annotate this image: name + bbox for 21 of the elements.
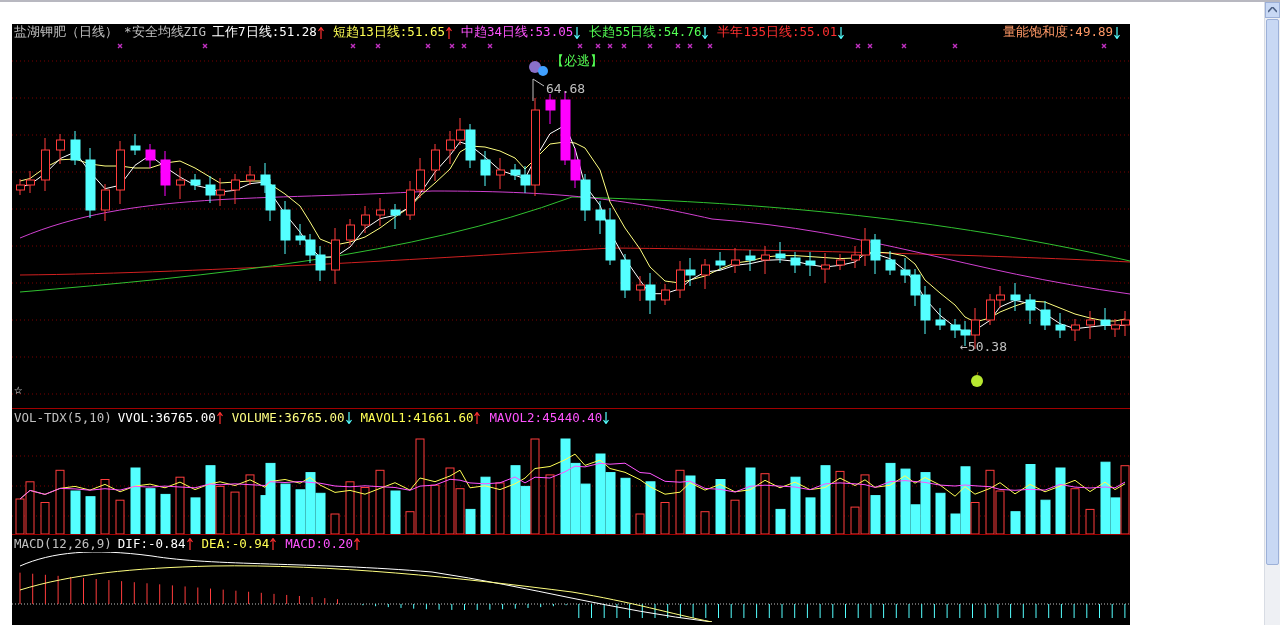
legend-value: DIF:-0.84 (117, 536, 186, 551)
low-label: ←50.38 (960, 339, 1007, 354)
star-icon: ☆ (14, 381, 23, 397)
indicator-name: *安全均线ZIG (124, 24, 207, 41)
indicator-name: MACD(12,26,9) (14, 536, 112, 551)
legend-value: MAVOL2:45440.40 (489, 410, 603, 425)
legend-value: 半年135日线:55.01 (717, 24, 838, 41)
legend-value: 量能饱和度:49.89 (1002, 24, 1113, 41)
legend-value: MAVOL1:41661.60 (360, 410, 474, 425)
high-label: 64.68 (546, 81, 586, 96)
legend-value: 长趋55日线:54.76 (589, 24, 702, 41)
legend-value: DEA:-0.94 (201, 536, 270, 551)
legend-value: VVOL:36765.00 (117, 410, 216, 425)
legend-value: VOLUME:36765.00 (231, 410, 345, 425)
legend-value: 短趋13日线:51.65 (332, 24, 445, 41)
chart-title: 盐湖钾肥（日线） (14, 24, 118, 41)
legend-value: 中趋34日线:53.05 (461, 24, 574, 41)
indicator-name: VOL-TDX(5,10) (14, 410, 112, 425)
signal-label: 【必逃】 (551, 53, 603, 68)
legend-value: MACD:0.20 (285, 536, 354, 551)
legend-value: 工作7日线:51.28 (212, 24, 317, 41)
